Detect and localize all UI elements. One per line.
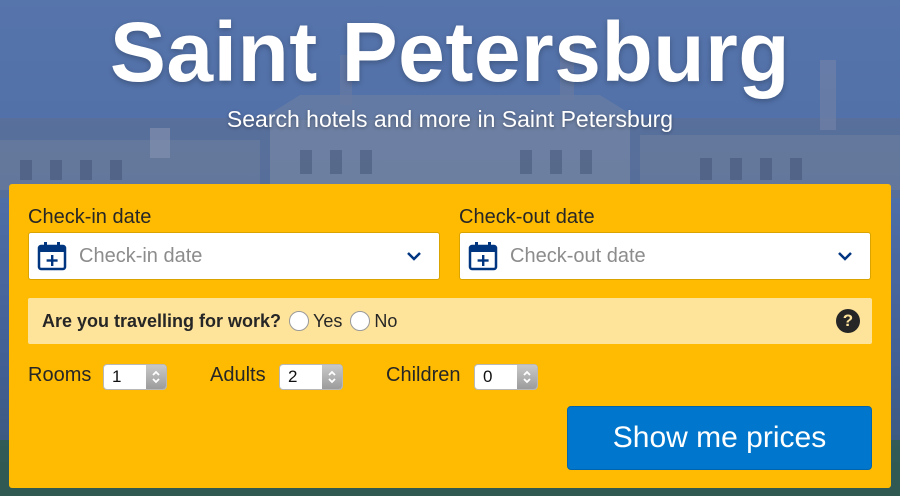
rooms-value: 1: [112, 367, 122, 386]
work-travel-row: Are you travelling for work? Yes No ?: [28, 298, 872, 344]
rooms-label: Rooms: [28, 364, 92, 386]
work-yes-radio[interactable]: [289, 311, 310, 331]
work-travel-question: Are you travelling for work?: [42, 310, 282, 331]
work-yes-label: Yes: [313, 310, 343, 331]
select-arrows-icon: [517, 365, 537, 389]
checkin-placeholder: Check-in date: [79, 244, 203, 267]
checkin-label: Check-in date: [28, 206, 152, 228]
checkin-date-field[interactable]: Check-in date: [28, 232, 440, 280]
adults-value: 2: [288, 367, 298, 386]
help-icon[interactable]: ?: [836, 309, 860, 333]
calendar-plus-icon: [35, 239, 69, 273]
chevron-down-icon: [399, 241, 429, 271]
select-arrows-icon: [322, 365, 342, 389]
chevron-down-icon: [830, 241, 860, 271]
select-arrows-icon: [146, 365, 166, 389]
calendar-plus-icon: [466, 239, 500, 273]
children-select[interactable]: 0: [474, 364, 538, 390]
search-panel: Check-in date Check-in date Check-out da…: [9, 184, 891, 488]
work-no-option[interactable]: No: [350, 311, 397, 332]
checkout-placeholder: Check-out date: [510, 244, 646, 267]
work-yes-option[interactable]: Yes: [289, 311, 342, 332]
work-no-radio[interactable]: [350, 311, 371, 331]
page-title: Saint Petersburg: [109, 5, 791, 99]
adults-label: Adults: [210, 364, 266, 386]
work-no-label: No: [374, 310, 398, 331]
adults-select[interactable]: 2: [279, 364, 343, 390]
children-label: Children: [386, 364, 461, 386]
checkout-date-field[interactable]: Check-out date: [459, 232, 871, 280]
page-subtitle: Search hotels and more in Saint Petersbu…: [226, 106, 674, 132]
rooms-select[interactable]: 1: [103, 364, 167, 390]
show-prices-button[interactable]: Show me prices: [567, 406, 872, 470]
children-value: 0: [483, 367, 493, 386]
checkout-label: Check-out date: [459, 206, 595, 228]
